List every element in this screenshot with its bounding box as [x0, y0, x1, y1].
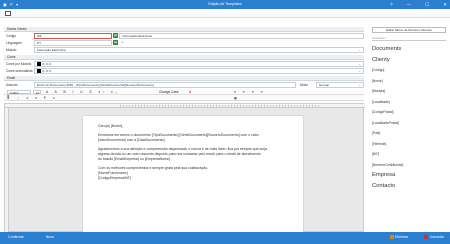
cancel-button[interactable]: Cancelar: [424, 235, 444, 240]
paragraph-icons[interactable]: ≡ ≡ ≡ ≡: [234, 90, 266, 94]
row-codigo: Código WF ▤ Informação Eletrónica: [4, 32, 364, 39]
modulo-value: Faturação Eletrónica: [37, 48, 66, 52]
cor-2-picker[interactable]: 0; 0; 0 ⌄: [34, 68, 364, 74]
field-item[interactable]: [Pais]: [372, 128, 446, 139]
field-item[interactable]: Contacto: [372, 181, 446, 192]
field-item[interactable]: Documents: [372, 44, 446, 55]
window-title: Edição de Templates: [208, 2, 242, 7]
field-item[interactable]: Clienty: [372, 55, 446, 66]
chevron-down-icon: ⌄: [358, 48, 361, 52]
font-select[interactable]: Calibri: [7, 89, 31, 94]
delete-label: Eliminar: [395, 235, 409, 239]
modo-label: Modo: [300, 83, 308, 87]
linguagem-field[interactable]: PT: [34, 40, 112, 46]
codigo-lookup-icon[interactable]: ▤: [113, 33, 118, 38]
fields-search-input[interactable]: Pesquisar...: [372, 36, 446, 41]
linguagem-label: Linguagem: [6, 41, 22, 45]
change-case-button[interactable]: Change Case: [159, 90, 179, 94]
field-item[interactable]: [NumeroContribuinte]: [372, 160, 446, 171]
insert-table-icon[interactable]: ▦: [234, 96, 237, 100]
chevron-down-icon: ⌄: [358, 83, 361, 87]
edit-fields-button[interactable]: Editar Meios de Resumo Clientes: [372, 27, 446, 33]
cor-2-label: Cores secundárias: [6, 69, 33, 73]
cor-1-value: 0; 0; 0: [42, 62, 52, 66]
descricao-field[interactable]: Informação Eletrónica: [119, 33, 364, 39]
body-line: [NomeFuncionario]: [98, 171, 128, 175]
linguagem-link-icon[interactable]: ↳: [120, 40, 125, 45]
row-assunto: Assunto Envio do Documento [INF] - [Tipo…: [4, 81, 364, 88]
new-button[interactable]: Novo: [46, 235, 54, 239]
cor-1-picker[interactable]: 0; 0; 0 ⌄: [34, 61, 364, 67]
codigo-field[interactable]: WF: [34, 33, 112, 39]
body-line: [CodigoEmpresaINF]: [98, 176, 131, 180]
minimize-button[interactable]: —: [407, 2, 412, 8]
close-button[interactable]: ✕: [443, 2, 447, 8]
modulo-select[interactable]: Faturação Eletrónica ⌄: [34, 47, 364, 53]
font-size-select[interactable]: 11: [33, 89, 41, 94]
fields-panel: Editar Meios de Resumo Clientes Pesquisa…: [368, 19, 448, 232]
cor-1-label: Cores por Modelo: [6, 62, 32, 66]
field-item[interactable]: [Morada]: [372, 86, 446, 97]
modulo-label: Módulo: [6, 48, 17, 52]
fields-list: Documents Clienty [Código] [Nome] [Morada] [L…: [372, 44, 446, 191]
confirm-button[interactable]: Confirmar: [8, 235, 24, 239]
body-line: Agradecemos a sua atenção e compreensão …: [98, 147, 268, 151]
vertical-ruler: [5, 108, 9, 233]
cancel-icon: [424, 235, 429, 240]
body-line: Com os melhores cumprimentos e sempre gr…: [98, 166, 209, 170]
assunto-label: Assunto: [6, 83, 18, 87]
highlight-icon[interactable]: A: [189, 90, 191, 94]
cor-2-value: 0; 0; 0: [42, 69, 52, 73]
cancel-label: Cancelar: [429, 235, 444, 239]
field-item[interactable]: [LocalidadePostal]: [372, 118, 446, 129]
help-button[interactable]: ?: [390, 2, 393, 8]
field-item[interactable]: [Nome]: [372, 76, 446, 87]
chevron-down-icon: ⌄: [358, 69, 361, 73]
status-bar: Confirmar Novo Eliminar Cancelar: [0, 232, 450, 244]
row-cor-2: Cores secundárias 0; 0; 0 ⌄: [4, 67, 364, 74]
field-item[interactable]: [Localidade]: [372, 97, 446, 108]
body-line: alguma dúvida ou um outro assunto dispos…: [98, 152, 261, 156]
field-item[interactable]: [NIF]: [372, 149, 446, 160]
ribbon-toolbar: [0, 9, 450, 18]
body-line: Caro(a) [Nome],: [98, 124, 124, 128]
field-item[interactable]: [Telefone]: [372, 139, 446, 150]
assunto-field[interactable]: Envio do Documento [INF] - [TipoDocument…: [34, 82, 296, 88]
row-linguagem: Linguagem PT ▤ ↳: [4, 39, 364, 46]
linguagem-lookup-icon[interactable]: ▤: [113, 40, 118, 45]
body-line: do balcão [EmailEmpresa] ou [EmpresaNome…: [98, 157, 171, 161]
title-bar: ▣ ↶ ▾ Edição de Templates ? — ☐ ✕: [0, 0, 450, 9]
field-item[interactable]: [Código]: [372, 65, 446, 76]
modo-select[interactable]: Normal ⌄: [316, 82, 364, 88]
color-swatch: [37, 62, 41, 67]
list-icons[interactable]: ≣ ⋮ ≡ ≡ ¶ ↵: [7, 96, 58, 100]
body-line: [ValorDocumento] com a [DataDocumento].: [98, 138, 166, 142]
ruler: [5, 104, 365, 108]
document-icon[interactable]: [5, 11, 11, 16]
editor-paragraph-toolbar: ≣ ⋮ ≡ ≡ ¶ ↵ ▦: [4, 95, 364, 101]
row-cor-1: Cores por Modelo 0; 0; 0 ⌄: [4, 60, 364, 67]
delete-icon: [389, 235, 394, 240]
format-icons[interactable]: A A B I U S x² x₂: [46, 90, 120, 94]
modo-value: Normal: [319, 83, 329, 87]
field-item[interactable]: [CodigoPostal]: [372, 107, 446, 118]
editor-page[interactable]: Caro(a) [Nome], Enviamos em anexo o docu…: [83, 116, 303, 233]
color-swatch: [37, 69, 41, 74]
field-item[interactable]: Empresa: [372, 170, 446, 181]
email-editor[interactable]: Caro(a) [Nome], Enviamos em anexo o docu…: [4, 103, 365, 233]
codigo-label: Código: [6, 34, 17, 38]
delete-button[interactable]: Eliminar: [389, 235, 409, 240]
row-modulo: Módulo Faturação Eletrónica ⌄: [4, 46, 364, 53]
body-line: Enviamos em anexo o documento [TipoDocum…: [98, 133, 259, 137]
maximize-button[interactable]: ☐: [425, 2, 429, 8]
